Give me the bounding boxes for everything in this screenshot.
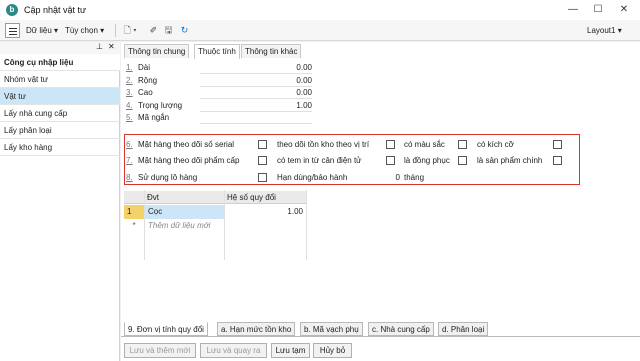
field-label: Trọng lượng xyxy=(138,100,183,110)
refresh-icon[interactable]: ↻ xyxy=(178,24,191,37)
field-label: Dài xyxy=(138,63,151,72)
field-number: 5. xyxy=(126,113,133,122)
checkbox-label: Mặt hàng theo dõi phẩm cấp xyxy=(138,156,240,165)
checkbox-label: là sản phẩm chính xyxy=(477,156,543,165)
grid-row-number: 1 xyxy=(124,205,144,219)
expiry-label: Hạn dùng/bảo hành xyxy=(277,173,348,182)
panel-close-icon[interactable]: ✕ xyxy=(108,42,115,51)
grid-col-unit[interactable]: Đvt xyxy=(144,191,224,204)
checkbox[interactable] xyxy=(258,156,267,165)
checkbox-label: có kích cỡ xyxy=(477,140,514,149)
data-menu[interactable]: Dữ liệu ▾ xyxy=(26,23,58,38)
bottom-tab-4[interactable]: c. Nhà cung cấp xyxy=(368,322,434,336)
checkbox-label: theo dõi tồn kho theo vị trí xyxy=(277,140,370,149)
field-value[interactable]: 0.00 xyxy=(200,62,312,74)
tab-2[interactable]: Thuộc tính xyxy=(194,44,240,59)
field-label: Rộng xyxy=(138,75,158,85)
bottom-divider xyxy=(121,336,640,337)
left-panel-item[interactable]: Nhóm vật tư xyxy=(0,71,120,88)
checkbox-label: có màu sắc xyxy=(404,140,445,149)
field-label: Mã ngắn xyxy=(138,113,170,122)
toolbar-separator xyxy=(115,24,116,37)
window-title: Cập nhật vật tư xyxy=(24,5,87,15)
field-number: 1. xyxy=(126,63,133,72)
field-value[interactable] xyxy=(200,112,312,124)
grid-rownum-header xyxy=(124,191,144,204)
save-and-new-button[interactable]: Lưu và thêm mới xyxy=(124,343,196,358)
checkbox[interactable] xyxy=(386,140,395,149)
grid-cell-unit[interactable]: Cọc xyxy=(145,205,224,219)
bottom-tab-2[interactable]: a. Hạn mức tồn kho xyxy=(217,322,296,336)
app-logo-icon: b xyxy=(6,4,18,16)
new-row-marker: * xyxy=(132,221,136,230)
field-value[interactable]: 0.00 xyxy=(200,75,312,87)
bottom-tab-1[interactable]: 9. Đơn vị tính quy đổi xyxy=(124,322,208,336)
bottom-tab-5[interactable]: d. Phân loại xyxy=(438,322,489,336)
new-row-placeholder[interactable]: Thêm dữ liệu mới xyxy=(145,219,305,233)
left-panel-item[interactable]: Vật tư xyxy=(0,88,120,105)
new-document-icon[interactable]: 🗋 ▾ xyxy=(120,24,140,37)
checkbox[interactable] xyxy=(386,156,395,165)
left-panel-item[interactable]: Lấy nhà cung cấp xyxy=(0,105,120,122)
left-panel-section-title: Công cụ nhập liệu xyxy=(0,54,120,71)
field-number: 2. xyxy=(126,75,133,85)
layout-dropdown[interactable]: Layout1 ▾ xyxy=(587,23,622,38)
title-bar xyxy=(0,0,640,20)
expiry-input[interactable]: 0 xyxy=(386,172,400,184)
checkbox-label: có tem in từ cân điện tử xyxy=(277,156,362,165)
bottom-tab-3[interactable]: b. Mã vạch phụ xyxy=(300,322,363,336)
save-draft-button[interactable]: Lưu tạm xyxy=(271,343,310,358)
tab-1[interactable]: Thông tin chung xyxy=(124,44,190,58)
checkbox[interactable] xyxy=(458,140,467,149)
save-and-exit-button[interactable]: Lưu và quay ra xyxy=(200,343,267,358)
field-number: 6. xyxy=(126,140,133,149)
field-number: 4. xyxy=(126,100,133,110)
maximize-button[interactable]: ☐ xyxy=(590,3,606,17)
save-icon[interactable]: 🖫 xyxy=(162,24,175,37)
field-value[interactable]: 1.00 xyxy=(200,100,312,112)
checkbox-label: Sử dụng lô hàng xyxy=(138,173,198,182)
clear-icon[interactable]: ✐ xyxy=(147,24,160,37)
minimize-button[interactable]: — xyxy=(565,3,581,17)
checkbox[interactable] xyxy=(553,140,562,149)
checkbox-label: Mặt hàng theo dõi số serial xyxy=(138,140,235,149)
close-button[interactable]: ✕ xyxy=(616,3,632,17)
field-number: 8. xyxy=(126,173,133,182)
field-number: 3. xyxy=(126,88,133,97)
grid-col-factor[interactable]: Hệ số quy đổi xyxy=(224,191,306,204)
options-menu[interactable]: Tùy chọn ▾ xyxy=(65,23,104,38)
checkbox[interactable] xyxy=(553,156,562,165)
field-label: Cao xyxy=(138,88,153,97)
tab-3[interactable]: Thông tin khác xyxy=(241,44,302,58)
expiry-unit: tháng xyxy=(404,173,425,182)
hamburger-menu-icon[interactable] xyxy=(5,23,20,38)
grid-cell-factor[interactable]: 1.00 xyxy=(225,205,306,219)
left-panel-item[interactable]: Lấy kho hàng xyxy=(0,139,120,156)
checkbox[interactable] xyxy=(258,140,267,149)
checkbox-label: là đồng phục xyxy=(404,156,450,165)
checkbox[interactable] xyxy=(258,173,267,182)
pin-icon[interactable]: ⊥ xyxy=(96,42,103,51)
grid-divider xyxy=(306,190,307,260)
checkbox[interactable] xyxy=(458,156,467,165)
field-value[interactable]: 0.00 xyxy=(200,87,312,99)
field-number: 7. xyxy=(126,156,133,165)
left-panel-item[interactable]: Lấy phân loại xyxy=(0,122,120,139)
cancel-button[interactable]: Hủy bỏ xyxy=(313,343,352,358)
